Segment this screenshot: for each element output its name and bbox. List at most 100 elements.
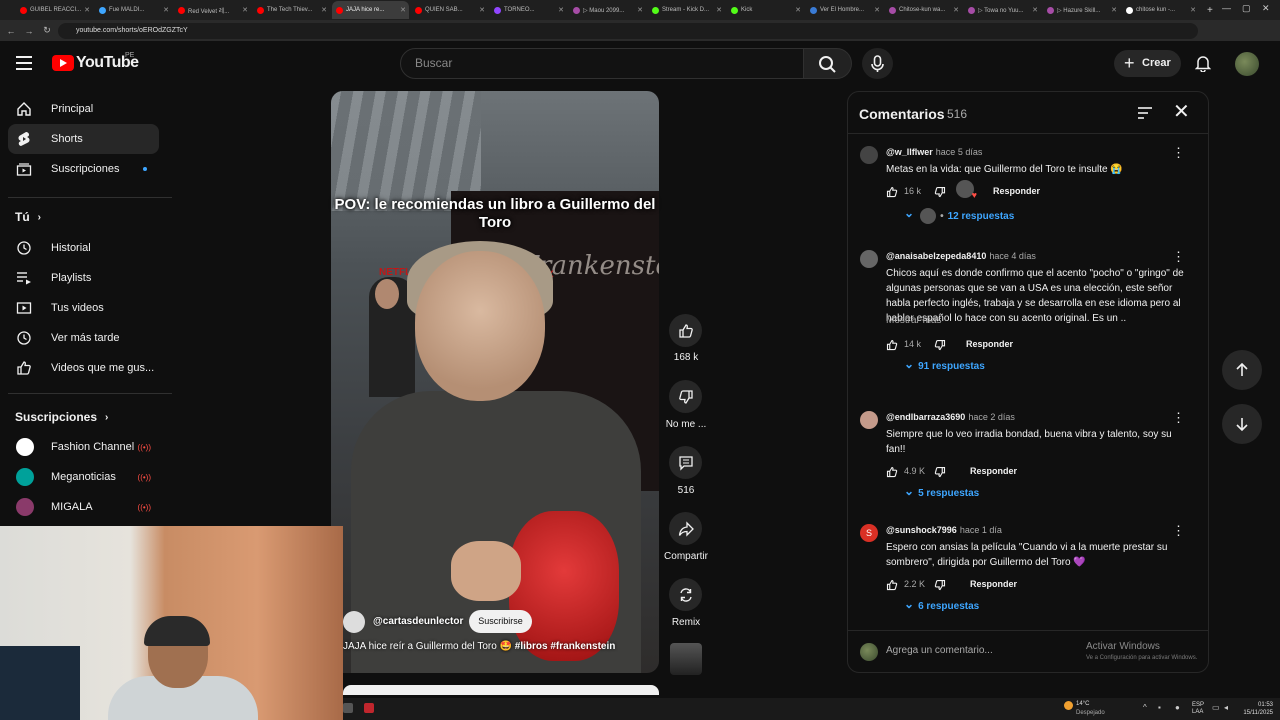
subscriptions-section-title[interactable]: Suscripciones ›: [15, 410, 108, 424]
comment-author-name[interactable]: @endlbarraza3690: [886, 412, 965, 422]
voice-search-button[interactable]: [862, 48, 893, 79]
browser-tab[interactable]: QUIEN SAB... ✕: [411, 1, 488, 19]
thumbs-up-icon[interactable]: [886, 578, 898, 591]
more-options-icon[interactable]: ⋮: [1172, 524, 1185, 537]
thumbs-up-icon[interactable]: [886, 338, 898, 351]
tab-close-icon[interactable]: ✕: [795, 6, 801, 14]
youtube-logo-icon[interactable]: [52, 55, 74, 71]
close-icon[interactable]: ✕: [1173, 102, 1190, 122]
subscribe-button[interactable]: Suscribirse: [469, 610, 532, 633]
sidebar-item-principal[interactable]: Principal: [8, 94, 159, 124]
browser-tab[interactable]: chitose kun -... ✕: [1122, 1, 1199, 19]
tab-close-icon[interactable]: ✕: [479, 6, 485, 14]
minimize-icon[interactable]: —: [1222, 3, 1231, 13]
subscription-channel[interactable]: Meganoticias ((•)): [8, 462, 159, 492]
share-button[interactable]: [669, 512, 702, 545]
short-hashtags[interactable]: #libros #frankenstein: [515, 641, 616, 652]
weather-description[interactable]: Despejado: [1076, 710, 1105, 716]
url-field[interactable]: youtube.com/shorts/oEROdZGZTcY: [58, 23, 1198, 39]
comment-time[interactable]: hace 2 días: [968, 412, 1015, 422]
reply-button[interactable]: Responder: [970, 466, 1017, 476]
browser-tab[interactable]: The Tech Thiev... ✕: [253, 1, 330, 19]
tab-close-icon[interactable]: ✕: [716, 6, 722, 14]
browser-tab[interactable]: ▷ Towa no Yuu... ✕: [964, 1, 1041, 19]
sidebar-item-suscripciones[interactable]: Suscripciones: [8, 154, 159, 184]
language-indicator[interactable]: ESP LAA: [1192, 702, 1204, 716]
comment-author-name[interactable]: @anaisabelzepeda8410: [886, 251, 986, 261]
new-tab-icon[interactable]: +: [1207, 5, 1213, 16]
tray-app-icon[interactable]: ▪: [1158, 704, 1161, 712]
like-button[interactable]: [669, 314, 702, 347]
tab-close-icon[interactable]: ✕: [1111, 6, 1117, 14]
comment-avatar[interactable]: S: [860, 524, 878, 542]
tab-close-icon[interactable]: ✕: [637, 6, 643, 14]
comment-time[interactable]: hace 4 días: [989, 251, 1036, 261]
weather-icon[interactable]: [1064, 701, 1073, 710]
thumbs-up-icon[interactable]: [886, 185, 898, 198]
thumbs-up-icon[interactable]: [886, 465, 898, 478]
account-avatar[interactable]: [1235, 52, 1259, 76]
browser-tab[interactable]: TORNEO... ✕: [490, 1, 567, 19]
tab-close-icon[interactable]: ✕: [400, 6, 406, 14]
browser-tab[interactable]: Fue MALDI... ✕: [95, 1, 172, 19]
more-options-icon[interactable]: ⋮: [1172, 411, 1185, 424]
network-icon[interactable]: ▭: [1212, 704, 1220, 712]
sidebar-item-tus-videos[interactable]: Tus videos: [8, 293, 159, 323]
microphone-icon[interactable]: ●: [1175, 704, 1180, 712]
comment-author[interactable]: @endlbarraza3690 hace 2 días: [886, 412, 1015, 422]
tab-close-icon[interactable]: ✕: [321, 6, 327, 14]
menu-icon[interactable]: [16, 56, 32, 70]
browser-tab[interactable]: GUIBEL REACCI... ✕: [16, 1, 93, 19]
comment-author[interactable]: @anaisabelzepeda8410 hace 4 días: [886, 251, 1036, 261]
reply-button[interactable]: Responder: [970, 579, 1017, 589]
browser-tab[interactable]: Ver El Hombre... ✕: [806, 1, 883, 19]
comment-author-name[interactable]: @w_llflwer: [886, 147, 933, 157]
comment-avatar[interactable]: [860, 250, 878, 268]
tab-close-icon[interactable]: ✕: [558, 6, 564, 14]
search-input[interactable]: Buscar: [400, 48, 804, 79]
comment-time[interactable]: hace 5 días: [936, 147, 983, 157]
subscription-channel[interactable]: MIGALA ((•)): [8, 492, 159, 522]
tab-close-icon[interactable]: ✕: [242, 6, 248, 14]
more-options-icon[interactable]: ⋮: [1172, 146, 1185, 159]
view-replies-button[interactable]: ⌄ 91 respuestas: [904, 358, 985, 373]
comment-author[interactable]: @w_llflwer hace 5 días: [886, 147, 982, 157]
previous-short-button[interactable]: [1222, 350, 1262, 390]
sidebar-item-videos-que-me-gus[interactable]: Videos que me gus...: [8, 353, 159, 383]
forward-icon[interactable]: →: [20, 26, 38, 36]
sort-icon[interactable]: [1137, 106, 1153, 119]
comment-avatar[interactable]: [860, 411, 878, 429]
browser-tab[interactable]: Kick ✕: [727, 1, 804, 19]
tab-close-icon[interactable]: ✕: [163, 6, 169, 14]
browser-tab[interactable]: Chitose-kun wa... ✕: [885, 1, 962, 19]
window-close-icon[interactable]: ✕: [1262, 3, 1270, 14]
tab-close-icon[interactable]: ✕: [1032, 6, 1038, 14]
taskbar-app-icon[interactable]: [364, 703, 374, 713]
channel-avatar[interactable]: [343, 611, 365, 633]
view-replies-button[interactable]: ⌄ • 12 respuestas: [904, 207, 1014, 224]
reply-button[interactable]: Responder: [993, 186, 1040, 196]
thumbs-down-icon[interactable]: [934, 578, 946, 591]
back-icon[interactable]: ←: [2, 26, 20, 36]
tab-close-icon[interactable]: ✕: [874, 6, 880, 14]
view-replies-button[interactable]: ⌄ 5 respuestas: [904, 485, 979, 500]
browser-tab[interactable]: Stream - Kick D... ✕: [648, 1, 725, 19]
tab-close-icon[interactable]: ✕: [953, 6, 959, 14]
subscription-channel[interactable]: Fashion Channel ((•)): [8, 432, 159, 462]
dislike-button[interactable]: [669, 380, 702, 413]
channel-name[interactable]: @cartasdeunlector: [373, 616, 463, 627]
browser-tab[interactable]: ▷ Maou 2099... ✕: [569, 1, 646, 19]
comment-avatar[interactable]: [860, 146, 878, 164]
remix-button[interactable]: [669, 578, 702, 611]
taskbar-app-icon[interactable]: [343, 703, 353, 713]
thumbs-down-icon[interactable]: [934, 185, 946, 198]
short-video-player[interactable]: Frankenstein NETFLIX NETFLIX: [331, 91, 659, 673]
show-more-link[interactable]: Mostrar más: [886, 315, 942, 326]
browser-tab[interactable]: JAJA hice re... ✕: [332, 1, 409, 19]
tab-close-icon[interactable]: ✕: [1190, 6, 1196, 14]
thumbs-down-icon[interactable]: [934, 338, 946, 351]
notifications-icon[interactable]: [1194, 55, 1212, 73]
sidebar-item-ver-m-s-tarde[interactable]: Ver más tarde: [8, 323, 159, 353]
weather-temperature[interactable]: 14°C: [1076, 701, 1089, 707]
browser-tab[interactable]: ▷ Hazure Skill... ✕: [1043, 1, 1120, 19]
